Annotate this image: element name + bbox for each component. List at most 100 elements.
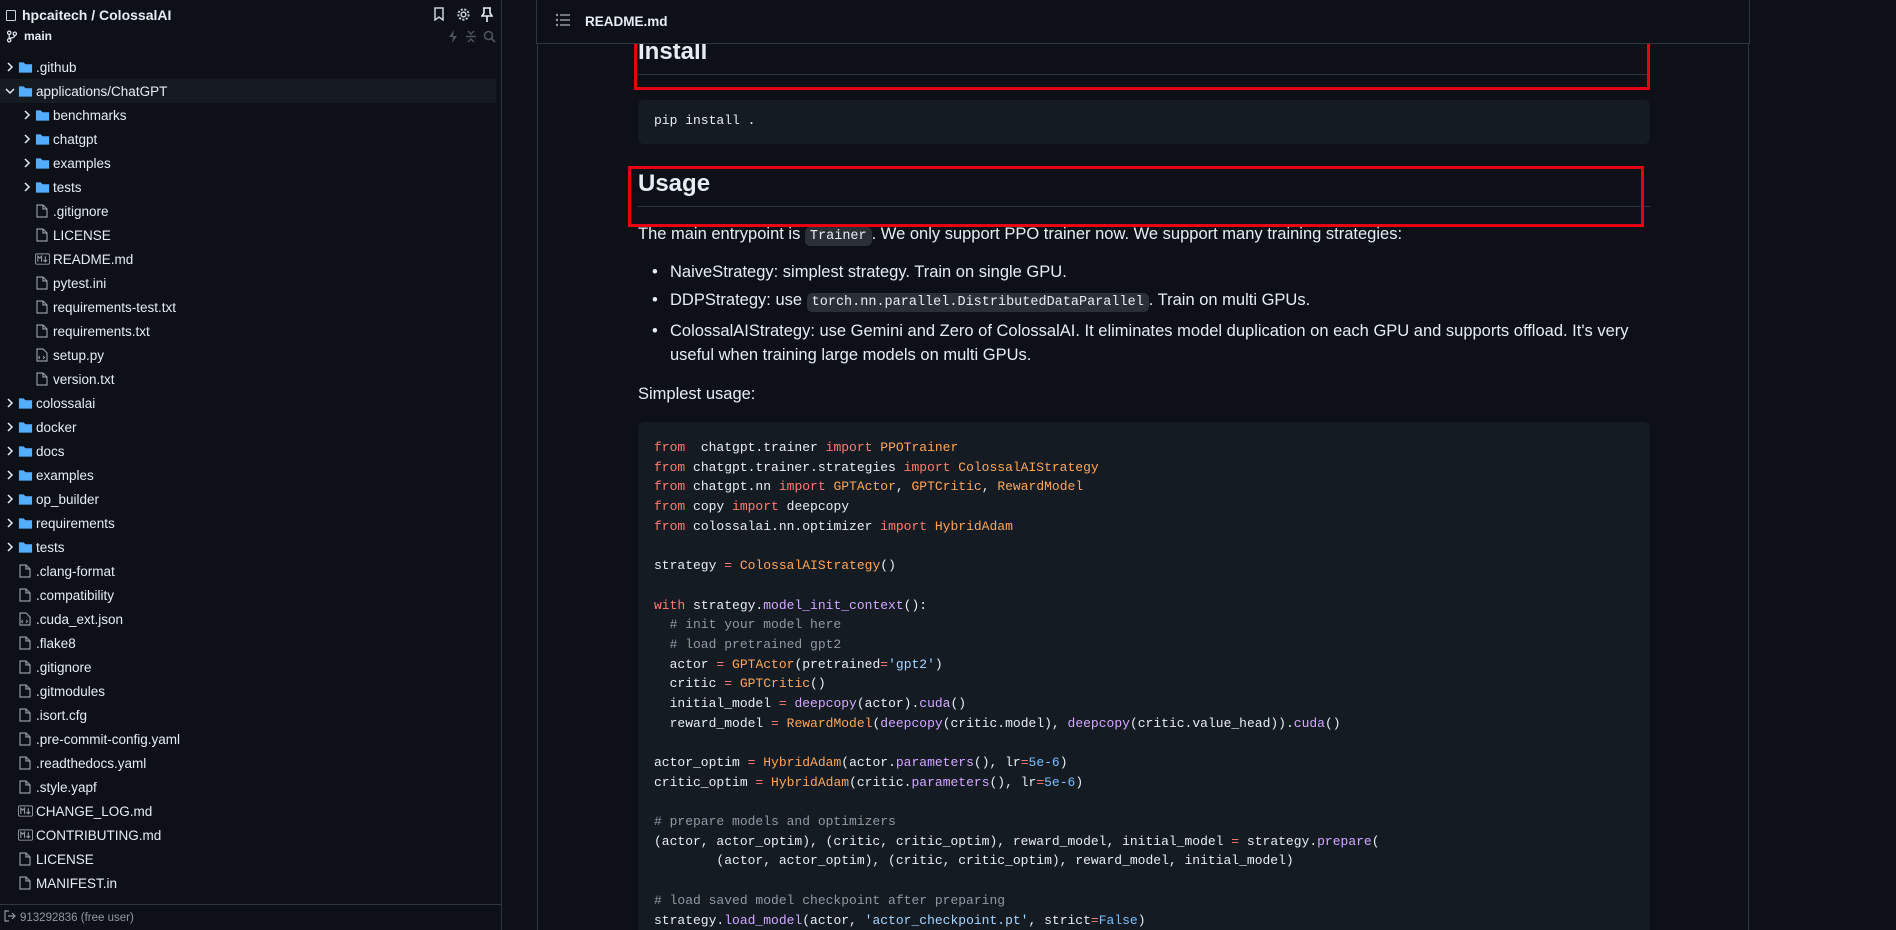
tree-item[interactable]: .gitmodules [0, 679, 500, 703]
code-line: (actor, actor_optim), (critic, critic_op… [654, 832, 1634, 852]
chevron-right-icon[interactable] [3, 444, 17, 458]
collapse-icon[interactable] [463, 28, 479, 44]
tree-item[interactable]: .readthedocs.yaml [0, 751, 500, 775]
bookmark-icon[interactable] [431, 6, 447, 22]
code-token: () [950, 695, 967, 711]
strategy-text: ColossalAIStrategy: use Gemini and Zero … [670, 322, 1629, 364]
code-token: HybridAdam [927, 518, 1013, 534]
user-label[interactable]: 913292836 (free user) [20, 912, 134, 924]
chevron-right-icon[interactable] [20, 132, 34, 146]
branch-selector[interactable]: main [6, 29, 495, 43]
tree-item[interactable]: .style.yapf [0, 775, 500, 799]
tree-item[interactable]: tests [0, 175, 500, 199]
tree-item[interactable]: .pre-commit-config.yaml [0, 727, 500, 751]
tree-item[interactable]: CHANGE_LOG.md [0, 799, 500, 823]
code-token: 5e-6 [1044, 774, 1076, 790]
chevron-right-icon[interactable] [3, 396, 17, 410]
tree-item[interactable]: .clang-format [0, 559, 500, 583]
file-icon [34, 227, 50, 243]
code-line: critic_optim = HybridAdam(critic.paramet… [654, 773, 1634, 793]
code-token: ColossalAIStrategy [732, 558, 881, 574]
tree-item[interactable]: chatgpt [0, 127, 500, 151]
tree-item[interactable]: LICENSE [0, 847, 500, 871]
chevron-right-icon[interactable] [3, 492, 17, 506]
ddp-code: torch.nn.parallel.DistributedDataParalle… [806, 293, 1149, 312]
tree-item-label: .style.yapf [36, 779, 97, 795]
code-token: deepcopy [1067, 715, 1130, 731]
tree-item[interactable]: benchmarks [0, 103, 500, 127]
logout-icon[interactable] [4, 910, 16, 925]
code-token: () [810, 676, 826, 692]
tree-item[interactable]: .cuda_ext.json [0, 607, 500, 631]
code-token: ColossalAIStrategy [950, 459, 1099, 475]
chevron-right-icon[interactable] [3, 516, 17, 530]
tree-item[interactable]: .github [0, 55, 500, 79]
tree-item[interactable]: requirements [0, 511, 500, 535]
search-icon[interactable] [481, 28, 497, 44]
code-line: # load pretrained gpt2 [654, 635, 1634, 655]
tree-item-label: tests [36, 539, 65, 555]
chevron-right-icon[interactable] [3, 420, 17, 434]
tree-item[interactable]: applications/ChatGPT [0, 79, 496, 103]
tree-item[interactable]: examples [0, 151, 500, 175]
repo-title[interactable]: hpcaitech / ColossalAI [6, 5, 495, 25]
tree-item[interactable]: LICENSE [0, 223, 500, 247]
tree-item[interactable]: requirements-test.txt [0, 295, 500, 319]
code-line: initial_model = deepcopy(actor).cuda() [654, 694, 1634, 714]
code-token: (actor). [856, 695, 920, 711]
folder-icon [17, 515, 33, 531]
tree-item[interactable]: .isort.cfg [0, 703, 500, 727]
code-token: chatgpt.trainer [685, 440, 826, 455]
tree-item[interactable]: docker [0, 415, 500, 439]
tree-item[interactable]: .flake8 [0, 631, 500, 655]
chevron-right-icon[interactable] [20, 156, 34, 170]
strategy-item: NaiveStrategy: simplest strategy. Train … [638, 260, 1650, 284]
tree-item[interactable]: colossalai [0, 391, 500, 415]
tree-item[interactable]: .compatibility [0, 583, 500, 607]
chevron-right-icon[interactable] [3, 60, 17, 74]
tree-item[interactable]: CONTRIBUTING.md [0, 823, 500, 847]
code-token: = [1231, 833, 1240, 849]
tree-item-label: .readthedocs.yaml [36, 755, 147, 771]
tree-item[interactable]: pytest.ini [0, 271, 500, 295]
tree-item[interactable]: MANIFEST.in [0, 871, 500, 895]
code-token: model_init_context [763, 597, 904, 613]
chevron-right-icon[interactable] [20, 180, 34, 194]
chevron-right-icon[interactable] [20, 108, 34, 122]
code-line: critic = GPTCritic() [654, 674, 1634, 694]
outline-icon[interactable] [555, 13, 571, 30]
settings-gear-icon[interactable] [455, 6, 471, 22]
code-token: RewardModel [997, 479, 1084, 495]
code-token: () [1325, 715, 1341, 731]
code-token: = [778, 695, 787, 711]
code-token: strategy. [654, 912, 725, 928]
code-token: = [724, 558, 733, 574]
tree-item[interactable]: setup.py [0, 343, 500, 367]
tree-item[interactable]: examples [0, 463, 500, 487]
chevron-right-icon[interactable] [3, 468, 17, 482]
lightning-icon[interactable] [445, 28, 461, 44]
tree-item-label: requirements.txt [53, 323, 150, 339]
folder-icon [17, 419, 33, 435]
code-token: strategy. [685, 597, 764, 613]
tree-item-label: .pre-commit-config.yaml [36, 731, 181, 747]
tree-item[interactable]: version.txt [0, 367, 500, 391]
tree-item[interactable]: requirements.txt [0, 319, 500, 343]
strategy-text: DDPStrategy: use [670, 291, 807, 309]
code-token: colossalai.nn.optimizer [685, 518, 881, 534]
tree-item[interactable]: .gitignore [0, 655, 500, 679]
repo-name[interactable]: hpcaitech / ColossalAI [22, 7, 171, 23]
tree-item[interactable]: README.md [0, 247, 500, 271]
code-token: PPOTrainer [872, 440, 959, 455]
pin-icon[interactable] [479, 6, 495, 22]
install-code: pip install . [654, 113, 756, 128]
tree-item[interactable]: tests [0, 535, 500, 559]
chevron-down-icon[interactable] [3, 84, 17, 98]
code-line: actor = GPTActor(pretrained='gpt2') [654, 655, 1634, 675]
tree-item[interactable]: op_builder [0, 487, 500, 511]
code-token: (actor, actor_optim), (critic, critic_op… [654, 853, 1294, 869]
chevron-right-icon[interactable] [3, 540, 17, 554]
tree-item[interactable]: .gitignore [0, 199, 500, 223]
tree-item[interactable]: docs [0, 439, 500, 463]
